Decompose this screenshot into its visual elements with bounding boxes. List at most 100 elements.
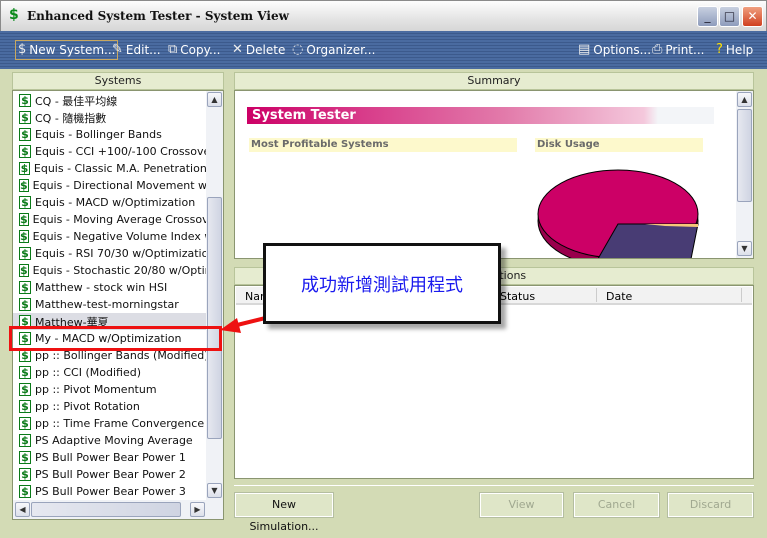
copy-icon: ⧉ bbox=[168, 42, 178, 57]
new-system-button[interactable]: $ New System... bbox=[15, 40, 119, 60]
options-button[interactable]: ▤ Options... bbox=[576, 40, 653, 60]
list-item[interactable]: $ pp :: Pivot Rotation bbox=[13, 398, 223, 415]
dollar-icon: $ bbox=[19, 417, 31, 430]
dollar-icon: $ bbox=[19, 383, 31, 396]
dollar-icon: $ bbox=[19, 298, 31, 311]
callout-message: 成功新增測試用程式 bbox=[263, 243, 501, 324]
list-item-label: pp :: CCI (Modified) bbox=[35, 366, 141, 379]
list-item[interactable]: $ Equis - Bollinger Bands bbox=[13, 126, 223, 143]
question-icon: ? bbox=[716, 42, 723, 57]
disk-usage-pie bbox=[537, 169, 699, 258]
delete-button[interactable]: ✕ Delete bbox=[230, 40, 287, 60]
list-item-label: Equis - CCI +100/-100 Crossover bbox=[35, 145, 215, 158]
scroll-left-button[interactable]: ◀ bbox=[15, 502, 30, 517]
edit-button[interactable]: ✎ Edit... bbox=[110, 40, 163, 60]
x-icon: ✕ bbox=[232, 42, 243, 57]
list-item[interactable]: $ PS Bull Power Bear Power 2 bbox=[13, 466, 223, 483]
summary-view: System Tester Most Profitable Systems Di… bbox=[234, 90, 754, 259]
column-status[interactable]: Status bbox=[500, 290, 535, 303]
list-item[interactable]: $ Equis - Classic M.A. Penetration w/ bbox=[13, 160, 223, 177]
list-item-label: pp :: Time Frame Convergence bbox=[35, 417, 205, 430]
edit-label: Edit... bbox=[125, 43, 161, 57]
dollar-icon: $ bbox=[19, 162, 30, 175]
list-item-label: Equis - Moving Average Crossovers bbox=[32, 213, 224, 226]
dollar-icon: $ bbox=[19, 468, 31, 481]
dollar-icon: $ bbox=[18, 42, 27, 57]
list-item[interactable]: $ pp :: CCI (Modified) bbox=[13, 364, 223, 381]
most-profitable-heading: Most Profitable Systems bbox=[249, 138, 517, 152]
list-item-label: pp :: Pivot Momentum bbox=[35, 383, 157, 396]
dollar-icon: $ bbox=[19, 451, 31, 464]
divider bbox=[234, 485, 754, 486]
list-item-label: Equis - RSI 70/30 w/Optimization bbox=[35, 247, 216, 260]
systems-list[interactable]: $ CQ - 最佳平均線 $ CQ - 隨機指數 $ Equis - Bollinger … bbox=[12, 90, 224, 520]
list-item[interactable]: $ Equis - MACD w/Optimization bbox=[13, 194, 223, 211]
highlight-box bbox=[9, 326, 222, 351]
discard-button[interactable]: Discard bbox=[667, 492, 754, 518]
scroll-thumb[interactable] bbox=[737, 109, 752, 202]
printer-icon: ⎙ bbox=[652, 42, 663, 57]
dollar-icon: $ bbox=[19, 196, 31, 209]
list-item[interactable]: $ Equis - Negative Volume Index w/C bbox=[13, 228, 223, 245]
copy-button[interactable]: ⧉ Copy... bbox=[166, 40, 222, 60]
list-item-label: PS Bull Power Bear Power 2 bbox=[35, 468, 186, 481]
copy-label: Copy... bbox=[180, 43, 221, 57]
list-item[interactable]: $ CQ - 隨機指數 bbox=[13, 109, 223, 126]
list-item[interactable]: $ PS Bull Power Bear Power 1 bbox=[13, 449, 223, 466]
list-item-label: Equis - Stochastic 20/80 w/Optimiz bbox=[32, 264, 224, 277]
minimize-button[interactable]: _ bbox=[697, 6, 718, 27]
dollar-icon: $ bbox=[19, 230, 29, 243]
dollar-icon: $ bbox=[19, 213, 29, 226]
list-item[interactable]: $ Equis - Stochastic 20/80 w/Optimiz bbox=[13, 262, 223, 279]
list-item-label: Equis - Classic M.A. Penetration w/ bbox=[33, 162, 223, 175]
disk-usage-heading: Disk Usage bbox=[535, 138, 703, 152]
list-item-label: pp :: Pivot Rotation bbox=[35, 400, 140, 413]
print-label: Print... bbox=[665, 43, 705, 57]
pencil-icon: ✎ bbox=[112, 42, 123, 57]
help-label: Help bbox=[725, 43, 754, 57]
organizer-label: Organizer... bbox=[306, 43, 376, 57]
summary-banner: System Tester bbox=[247, 107, 714, 124]
list-item-label: Matthew-test-morningstar bbox=[35, 298, 179, 311]
toolbar: $ New System... ✎ Edit... ⧉ Copy... ✕ Delete… bbox=[0, 31, 767, 69]
view-button[interactable]: View bbox=[479, 492, 564, 518]
scroll-up-button[interactable]: ▲ bbox=[737, 92, 752, 107]
list-item-label: Equis - MACD w/Optimization bbox=[35, 196, 196, 209]
dollar-icon: $ bbox=[19, 366, 31, 379]
banner-title: System Tester bbox=[252, 108, 356, 123]
maximize-button[interactable]: □ bbox=[719, 6, 740, 27]
column-date[interactable]: Date bbox=[606, 290, 632, 303]
list-item[interactable]: $ Equis - RSI 70/30 w/Optimization bbox=[13, 245, 223, 262]
list-item[interactable]: $ PS Adaptive Moving Average bbox=[13, 432, 223, 449]
systems-horizontal-scrollbar[interactable]: ◀ ▶ bbox=[13, 500, 223, 519]
print-button[interactable]: ⎙ Print... bbox=[650, 40, 706, 60]
list-item[interactable]: $ PS Bull Power Bear Power 3 bbox=[13, 483, 223, 500]
summary-scrollbar[interactable]: ▲ ▼ bbox=[736, 91, 753, 258]
list-item-label: PS Bull Power Bear Power 3 bbox=[35, 485, 186, 498]
scroll-down-button[interactable]: ▼ bbox=[207, 483, 222, 498]
list-item-label: CQ - 隨機指數 bbox=[35, 111, 107, 125]
scroll-right-button[interactable]: ▶ bbox=[190, 502, 205, 517]
h-scroll-thumb[interactable] bbox=[31, 502, 181, 517]
scroll-up-button[interactable]: ▲ bbox=[207, 92, 222, 107]
scroll-down-button[interactable]: ▼ bbox=[737, 241, 752, 256]
dollar-icon: $ bbox=[19, 128, 31, 141]
list-item[interactable]: $ Matthew - stock win HSI bbox=[13, 279, 223, 296]
list-item-label: Equis - Directional Movement w/Op bbox=[32, 179, 224, 192]
list-item[interactable]: $ Equis - Directional Movement w/Op bbox=[13, 177, 223, 194]
list-item[interactable]: $ pp :: Pivot Momentum bbox=[13, 381, 223, 398]
list-item[interactable]: $ Equis - CCI +100/-100 Crossover bbox=[13, 143, 223, 160]
organizer-button[interactable]: ◌ Organizer... bbox=[290, 40, 377, 60]
list-item[interactable]: $ CQ - 最佳平均線 bbox=[13, 92, 223, 109]
dollar-icon: $ bbox=[19, 400, 31, 413]
list-item[interactable]: $ Equis - Moving Average Crossovers bbox=[13, 211, 223, 228]
close-button[interactable]: ✕ bbox=[742, 6, 763, 27]
list-item[interactable]: $ pp :: Time Frame Convergence bbox=[13, 415, 223, 432]
delete-label: Delete bbox=[245, 43, 286, 57]
cancel-button[interactable]: Cancel bbox=[573, 492, 660, 518]
systems-vertical-scrollbar[interactable]: ▲ ▼ bbox=[206, 91, 223, 500]
list-item[interactable]: $ Matthew-test-morningstar bbox=[13, 296, 223, 313]
new-simulation-button[interactable]: New Simulation... bbox=[234, 492, 334, 533]
help-button[interactable]: ? Help bbox=[714, 40, 755, 60]
list-item-label: Equis - Negative Volume Index w/C bbox=[32, 230, 224, 243]
